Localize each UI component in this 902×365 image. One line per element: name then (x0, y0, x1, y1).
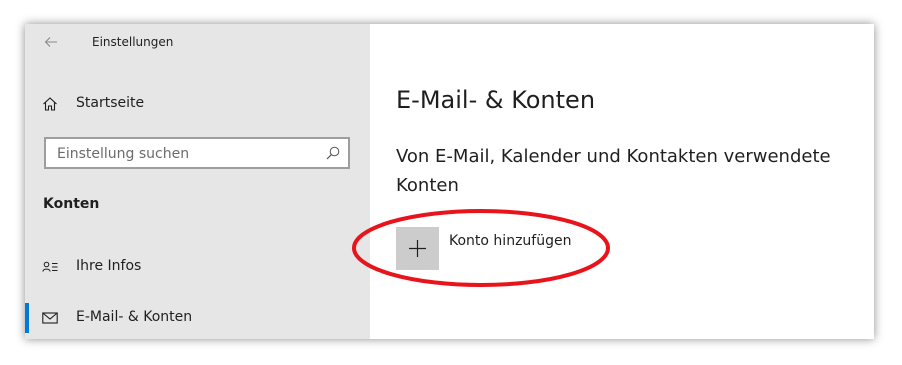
add-account-tile[interactable] (396, 227, 439, 270)
person-list-icon (42, 261, 58, 272)
mail-icon (42, 312, 58, 324)
page-title: E-Mail- & Konten (396, 86, 596, 114)
sidebar-item-label: E-Mail- & Konten (76, 309, 193, 325)
plus-icon (409, 240, 426, 257)
search-placeholder: Einstellung suchen (57, 146, 190, 162)
sidebar-item-home[interactable]: Startseite (25, 86, 370, 122)
back-arrow-icon[interactable] (43, 34, 59, 50)
title-bar: Einstellungen (25, 24, 370, 62)
home-icon (43, 97, 57, 111)
sidebar-item-your-info[interactable]: Ihre Infos (25, 249, 370, 285)
add-account-button[interactable]: Konto hinzufügen (396, 227, 596, 271)
search-icon[interactable] (326, 146, 340, 160)
sidebar-item-label: Startseite (76, 95, 145, 111)
section-subtitle: Von E-Mail, Kalender und Kontakten verwe… (396, 146, 831, 196)
search-input[interactable]: Einstellung suchen (44, 137, 350, 169)
sidebar-item-label: Ihre Infos (76, 258, 142, 274)
settings-window: Einstellungen Startseite Einstellung suc… (25, 24, 874, 339)
sidebar-item-email-accounts[interactable]: E-Mail- & Konten (25, 300, 370, 336)
add-account-label: Konto hinzufügen (449, 233, 572, 249)
section-title: Konten (43, 196, 100, 212)
sidebar: Einstellungen Startseite Einstellung suc… (25, 24, 370, 339)
app-title: Einstellungen (92, 35, 174, 49)
main-content: E-Mail- & Konten Von E-Mail, Kalender un… (370, 24, 874, 339)
